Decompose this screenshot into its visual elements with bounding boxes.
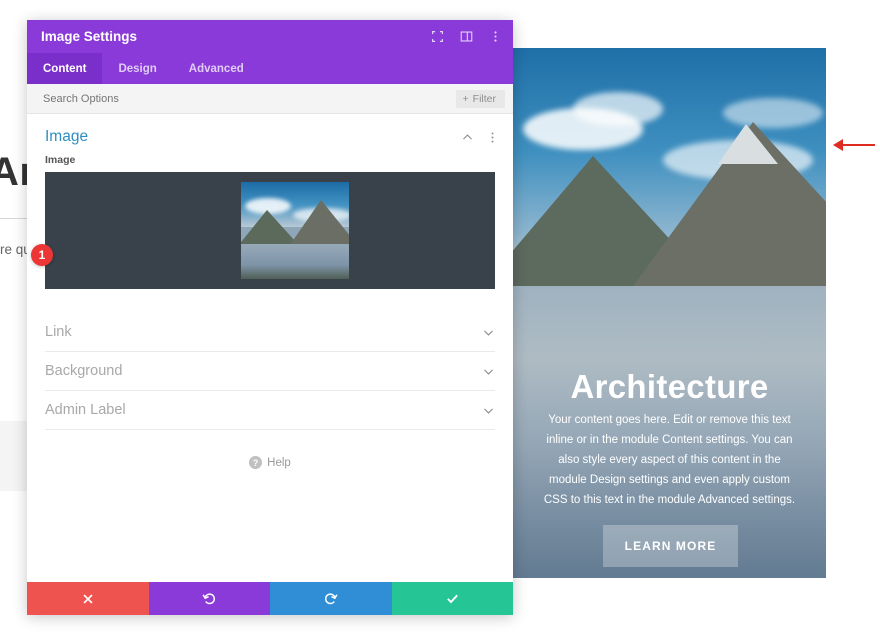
redo-icon (325, 593, 338, 605)
undo-icon (202, 593, 215, 605)
more-options-icon[interactable] (486, 131, 499, 144)
filter-button-label: Filter (472, 92, 496, 105)
filter-button[interactable]: + Filter (455, 89, 505, 108)
modal-body: Image Image 1 Link Background Admin Labe… (27, 114, 513, 582)
section-title: Image (45, 128, 89, 145)
chevron-down-icon (482, 326, 495, 339)
layout-icon[interactable] (458, 29, 474, 45)
chevron-up-icon[interactable] (461, 131, 474, 144)
arrow-shaft (841, 144, 875, 146)
search-input[interactable] (41, 91, 456, 106)
image-settings-modal: Image Settings Content Design Advanced +… (27, 20, 513, 615)
x-icon (83, 593, 93, 604)
thumb-water (241, 244, 349, 279)
undo-button[interactable] (148, 582, 270, 615)
modal-title: Image Settings (41, 29, 138, 44)
image-upload-well[interactable] (45, 172, 495, 289)
image-thumbnail (241, 182, 349, 279)
redo-button[interactable] (270, 582, 392, 615)
accordion-link[interactable]: Link (45, 313, 495, 352)
save-button[interactable] (391, 582, 513, 615)
section-image-header: Image (27, 114, 513, 152)
preview-title: Architecture (570, 368, 769, 405)
learn-more-button[interactable]: LEARN MORE (603, 525, 738, 567)
modal-tabs: Content Design Advanced (27, 53, 513, 84)
tab-design[interactable]: Design (102, 53, 172, 84)
modal-header: Image Settings (27, 20, 513, 53)
accordion-label: Admin Label (45, 402, 126, 418)
accordion-label: Link (45, 324, 72, 340)
accordion-background[interactable]: Background (45, 352, 495, 391)
red-arrow-annotation (833, 138, 875, 152)
modal-footer (27, 582, 513, 615)
question-mark-icon: ? (249, 456, 263, 469)
more-options-icon[interactable] (487, 29, 503, 45)
tab-content[interactable]: Content (27, 53, 103, 84)
plus-icon: + (462, 92, 469, 105)
cancel-button[interactable] (27, 582, 149, 615)
expand-icon[interactable] (429, 29, 445, 45)
accordion-admin-label[interactable]: Admin Label (45, 391, 495, 430)
tab-advanced[interactable]: Advanced (173, 53, 260, 84)
module-preview: Architecture Your content goes here. Edi… (513, 48, 826, 578)
image-field-label: Image (45, 154, 76, 166)
chevron-down-icon (482, 365, 495, 378)
chevron-down-icon (482, 404, 495, 417)
check-icon (446, 594, 458, 604)
step-badge-1: 1 (31, 244, 53, 266)
search-row: + Filter (27, 84, 513, 114)
accordion-label: Background (45, 363, 123, 379)
help-label: Help (267, 456, 291, 469)
preview-body-text: Your content goes here. Edit or remove t… (543, 414, 796, 506)
help-link[interactable]: ? Help (27, 456, 513, 469)
